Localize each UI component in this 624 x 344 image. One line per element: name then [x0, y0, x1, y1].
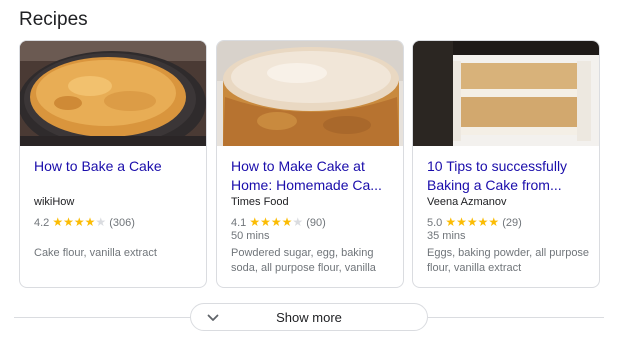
recipe-ingredients: Cake flour, vanilla extract [34, 247, 157, 259]
recipe-time: 50 mins [231, 230, 270, 242]
section-title: Recipes [19, 9, 88, 30]
divider [428, 317, 604, 318]
recipe-title-link[interactable]: How to Make Cake at Home: Homemade Ca... [231, 157, 393, 195]
recipe-title-link[interactable]: How to Bake a Cake [34, 157, 196, 176]
recipe-thumbnail[interactable] [20, 41, 206, 146]
recipe-ingredients: Powdered sugar, egg, baking soda, all pu… [231, 247, 376, 274]
rating-value: 4.1 [231, 217, 247, 229]
review-count: (306) [109, 217, 135, 229]
recipe-carousel: How to Bake a Cake wikiHow 4.2 ★★★★★ (30… [19, 40, 601, 288]
star-rating-icon: ★★★★★ [445, 215, 500, 229]
recipe-card[interactable]: 10 Tips to successfully Baking a Cake fr… [412, 40, 600, 288]
recipe-source: Times Food [231, 196, 289, 208]
recipe-source: wikiHow [34, 196, 75, 208]
recipe-source: Veena Azmanov [427, 196, 507, 208]
review-count: (90) [306, 217, 326, 229]
review-count: (29) [502, 217, 522, 229]
rating-value: 5.0 [427, 217, 443, 229]
show-more-button[interactable]: Show more [190, 303, 428, 331]
recipe-card[interactable]: How to Bake a Cake wikiHow 4.2 ★★★★★ (30… [19, 40, 207, 288]
star-rating-icon: ★★★★★ [249, 215, 304, 229]
sponge-cake-image [217, 41, 403, 146]
rating-value: 4.2 [34, 217, 50, 229]
recipe-rating: 4.2 ★★★★★ (306) [34, 215, 135, 229]
baked-cake-in-pan-image [20, 41, 206, 146]
layered-cake-slice-image [413, 41, 599, 146]
show-more-label: Show more [276, 310, 342, 325]
recipe-time: 35 mins [427, 230, 466, 242]
recipe-title-link[interactable]: 10 Tips to successfully Baking a Cake fr… [427, 157, 589, 195]
recipe-rating: 5.0 ★★★★★ (29) [427, 215, 522, 229]
recipe-card[interactable]: How to Make Cake at Home: Homemade Ca...… [216, 40, 404, 288]
recipe-ingredients: Eggs, baking powder, all purpose flour, … [427, 247, 590, 274]
recipe-thumbnail[interactable] [413, 41, 599, 146]
recipe-rating: 4.1 ★★★★★ (90) [231, 215, 326, 229]
recipe-thumbnail[interactable] [217, 41, 403, 146]
star-rating-icon: ★★★★★ [52, 215, 107, 229]
divider [14, 317, 191, 318]
